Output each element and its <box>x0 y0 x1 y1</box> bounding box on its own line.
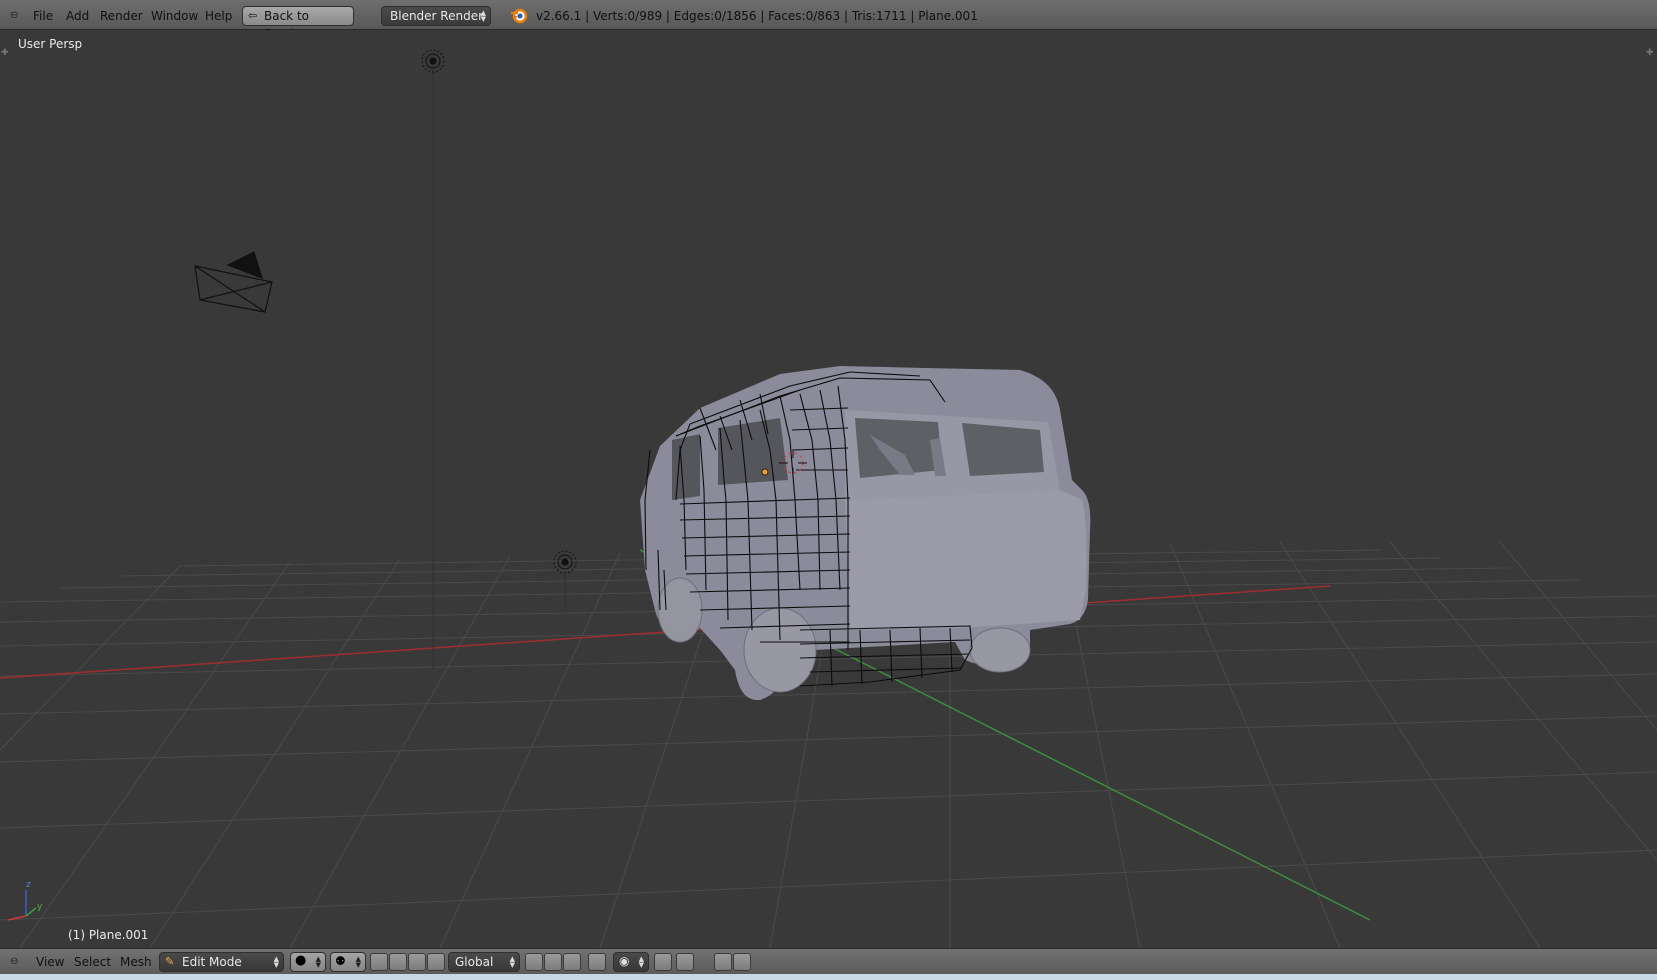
orientation-updown-icon: ▲ ▼ <box>509 955 515 969</box>
manipulator-toggle-icon[interactable] <box>370 953 388 971</box>
menu-render[interactable]: Render <box>100 0 143 30</box>
face-select-mode-icon[interactable] <box>563 953 581 971</box>
translate-manipulator-icon[interactable] <box>389 953 407 971</box>
back-icon: ⇦ <box>248 9 258 22</box>
snap-toggle-icon[interactable] <box>654 953 672 971</box>
area-corner-left-icon[interactable]: ✚ <box>1 48 9 58</box>
occlude-geometry-icon[interactable] <box>588 953 606 971</box>
proportional-edit-icon: ◉ <box>619 954 630 968</box>
back-to-previous-button[interactable]: ⇦ Back to Previous <box>242 6 354 41</box>
info-header: ⊖ File Add Render Window Help ⇦ Back to … <box>0 0 1657 41</box>
axis-gizmo <box>7 890 37 921</box>
render-still-icon[interactable] <box>714 953 732 971</box>
3d-view-header: ⊖ View Select Mesh ✎ Edit Mode ▲ ▼ ● ▲ ▼ ⚉… <box>0 948 1657 974</box>
pivot-updown-icon: ▲ ▼ <box>355 955 361 969</box>
snap-element-icon[interactable] <box>676 953 694 971</box>
axis-gizmo-y-label: y <box>37 902 43 912</box>
pivot-point-select[interactable]: ⚉ ▲ ▼ <box>330 952 366 972</box>
menu-window[interactable]: Window <box>151 0 198 30</box>
menu-view[interactable]: View <box>36 949 64 975</box>
view-name-label: User Persp <box>18 37 83 51</box>
editor-type-icon[interactable]: ⊖ <box>10 0 18 30</box>
render-engine-label: Blender Render <box>390 9 484 23</box>
shading-updown-icon: ▲ ▼ <box>315 955 321 969</box>
3d-viewport[interactable]: User Persp z y (1) Plane.001 ✚ ✚ <box>0 30 1657 948</box>
render-engine-select[interactable]: Blender Render ▲ ▼ <box>381 6 491 26</box>
viewport-shading-select[interactable]: ● ▲ ▼ <box>290 952 326 972</box>
object-origin <box>761 468 769 476</box>
area-corner-right-icon[interactable]: ✚ <box>1646 48 1654 58</box>
menu-help[interactable]: Help <box>205 0 232 30</box>
menu-file[interactable]: File <box>33 0 53 30</box>
editor-type-icon-bottom[interactable]: ⊖ <box>10 949 18 975</box>
solid-shading-icon: ● <box>295 953 307 968</box>
blender-logo-icon <box>510 8 528 28</box>
menu-add[interactable]: Add <box>66 0 89 30</box>
render-animation-icon[interactable] <box>733 953 751 971</box>
rotate-manipulator-icon[interactable] <box>408 953 426 971</box>
transform-orientation-select[interactable]: Global ▲ ▼ <box>448 952 520 972</box>
mode-select[interactable]: ✎ Edit Mode ▲ ▼ <box>159 952 284 972</box>
vertex-select-mode-icon[interactable] <box>525 953 543 971</box>
mode-label: Edit Mode <box>182 955 242 969</box>
menu-mesh[interactable]: Mesh <box>120 949 152 975</box>
scene-statistics: v2.66.1 | Verts:0/989 | Edges:0/1856 | F… <box>536 9 978 23</box>
menu-select[interactable]: Select <box>74 949 111 975</box>
viewport-canvas <box>0 49 1657 948</box>
pivot-icon: ⚉ <box>335 954 346 968</box>
edge-select-mode-icon[interactable] <box>544 953 562 971</box>
axis-gizmo-z-label: z <box>26 880 31 890</box>
proportional-updown-icon: ▲ ▼ <box>638 955 644 969</box>
orientation-label: Global <box>455 955 494 969</box>
camera-object <box>194 251 273 313</box>
window-bottom-border <box>0 974 1657 980</box>
updown-arrows-icon: ▲ ▼ <box>480 9 486 23</box>
scale-manipulator-icon[interactable] <box>427 953 445 971</box>
active-object-label: (1) Plane.001 <box>68 928 149 942</box>
van-mesh <box>640 366 1091 701</box>
edit-mode-icon: ✎ <box>165 955 175 968</box>
mode-updown-icon: ▲ ▼ <box>273 955 279 969</box>
proportional-edit-select[interactable]: ◉ ▲ ▼ <box>613 952 649 972</box>
